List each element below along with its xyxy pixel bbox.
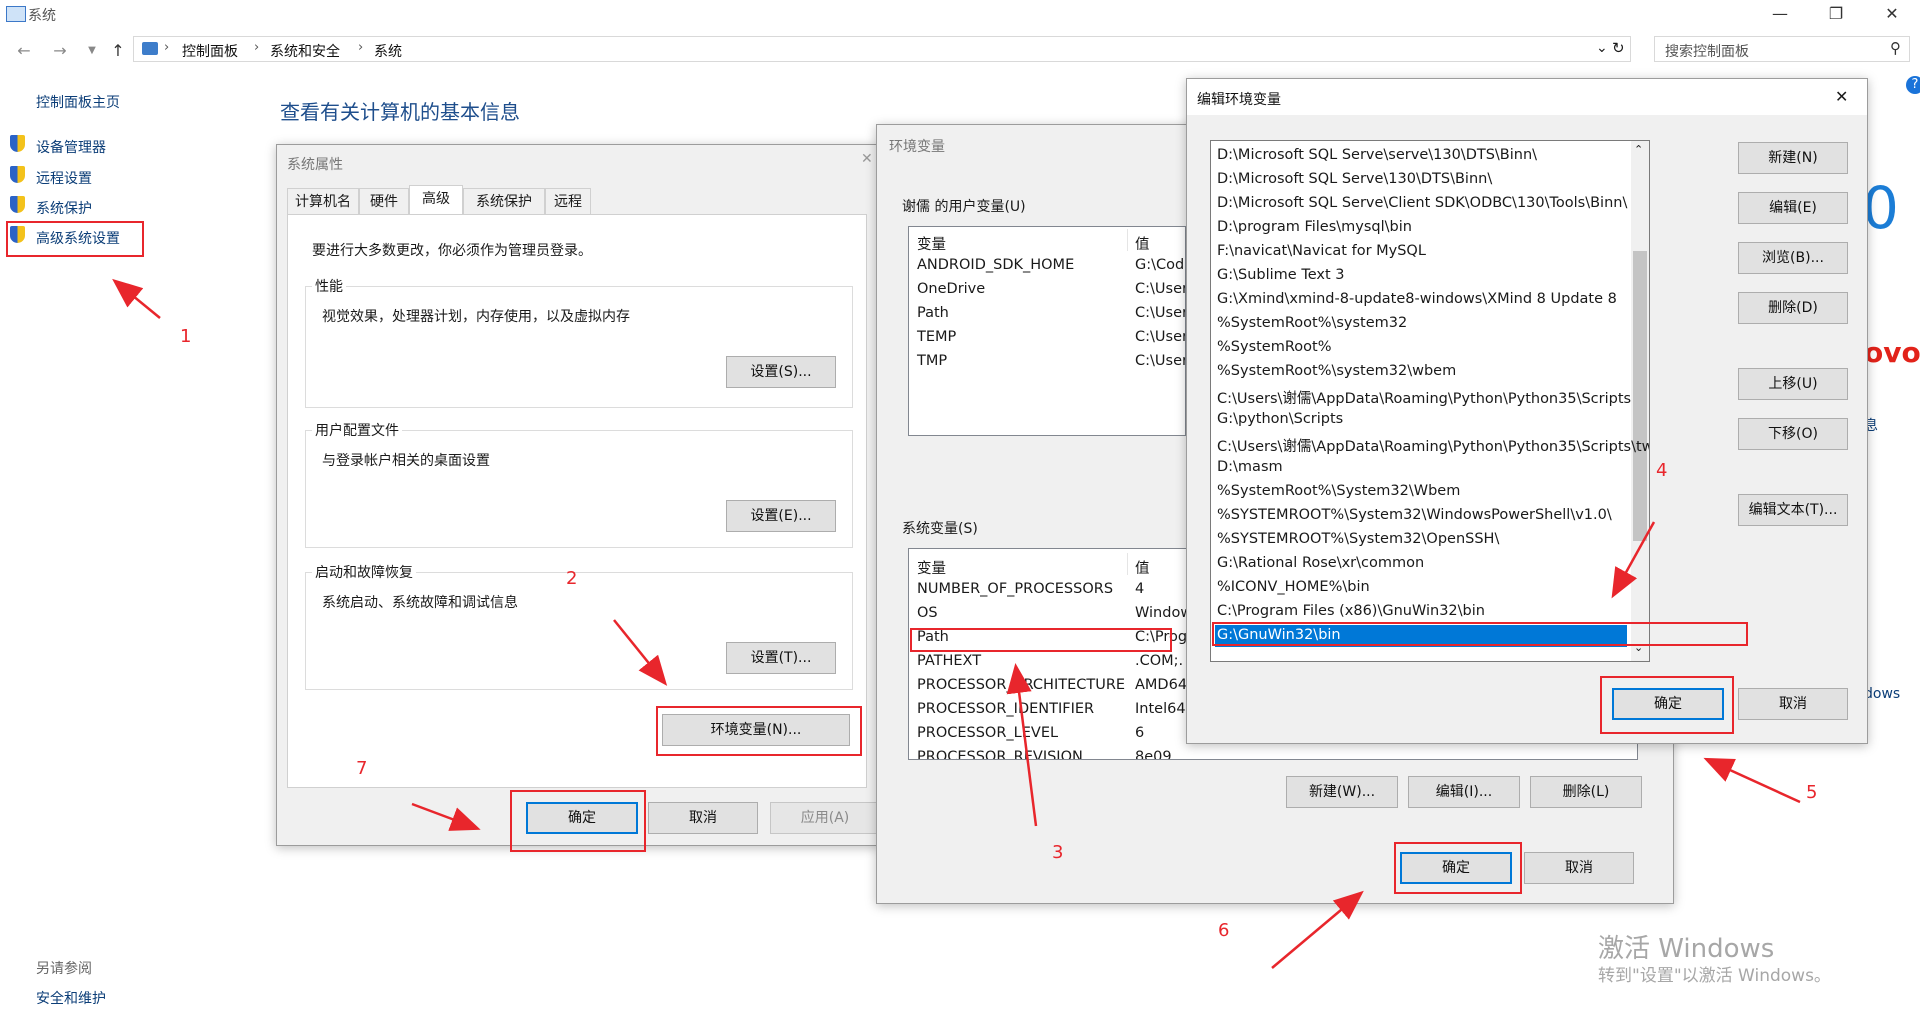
annotation-arrow-4 [1611,521,1656,599]
activate-windows-watermark: 激活 Windows [1598,934,1775,964]
annotation-arrow-2 [613,619,668,686]
annotation-arrow-3 [1006,663,1038,827]
activate-windows-subtext: 转到"设置"以激活 Windows。 [1598,966,1831,986]
annotation-arrows [112,278,1801,969]
annotation-arrow-7 [411,802,481,831]
annotation-arrow-5 [1703,757,1801,804]
annotation-arrow-1 [112,278,161,319]
annotation-arrow-6 [1271,890,1364,969]
